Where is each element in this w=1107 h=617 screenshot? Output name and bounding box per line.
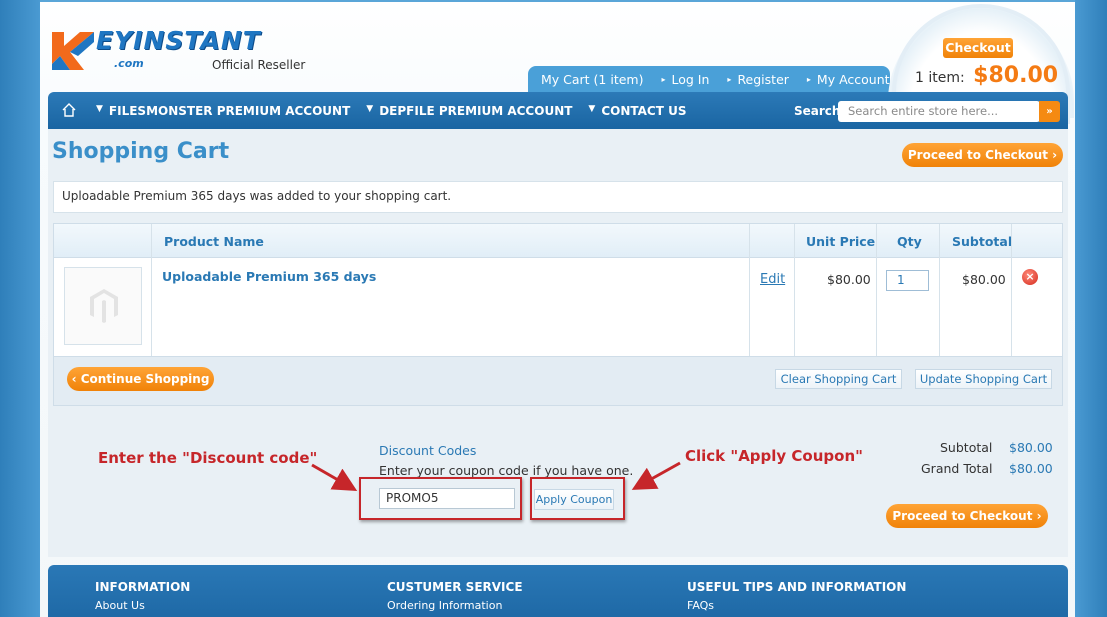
- footer-heading: INFORMATION: [95, 580, 191, 594]
- annotation-click-apply: Click "Apply Coupon": [685, 447, 863, 465]
- footer-link-ordering[interactable]: Ordering Information: [387, 599, 523, 612]
- header-links: My Cart (1 item) ▸ Log In ▸ Register ▸ M…: [528, 66, 890, 92]
- chevron-left-icon: ‹: [71, 372, 81, 386]
- column-divider: [749, 224, 750, 356]
- chevron-right-icon: ›: [1036, 509, 1042, 523]
- arrow-right-icon: ▸: [661, 74, 666, 84]
- search-button[interactable]: »: [1039, 101, 1060, 122]
- footer-column-tips: USEFUL TIPS AND INFORMATION FAQs: [687, 580, 906, 612]
- header-product-name: Product Name: [164, 234, 264, 249]
- main-navigation: ▼ FILESMONSTER PREMIUM ACCOUNT ▼ DEPFILE…: [48, 92, 1068, 129]
- footer: INFORMATION About Us CUSTUMER SERVICE Or…: [48, 565, 1068, 617]
- subtotal-value: $80.00: [1009, 440, 1053, 455]
- logo-wordmark: EYINSTANT: [96, 26, 261, 55]
- site-logo[interactable]: EYINSTANT .com Official Reseller: [50, 26, 310, 74]
- logo-k-icon: [52, 32, 94, 70]
- nav-item-depfile[interactable]: DEPFILE PREMIUM ACCOUNT: [379, 104, 572, 118]
- chevron-down-icon: ▼: [96, 104, 103, 114]
- unit-price: $80.00: [827, 272, 871, 287]
- discount-title: Discount Codes: [379, 443, 477, 458]
- annotation-box-code: [359, 477, 522, 520]
- discount-help-text: Enter your coupon code if you have one.: [379, 463, 634, 478]
- subtotal-label: Subtotal: [940, 440, 993, 455]
- annotation-enter-code: Enter the "Discount code": [98, 449, 318, 467]
- table-header: Product Name Unit Price Qty Subtotal: [54, 224, 1062, 258]
- footer-link-faqs[interactable]: FAQs: [687, 599, 906, 612]
- top-border: [40, 0, 1075, 2]
- nav-menu: ▼ FILESMONSTER PREMIUM ACCOUNT ▼ DEPFILE…: [96, 104, 703, 118]
- page-title: Shopping Cart: [52, 139, 230, 164]
- proceed-to-checkout-button-top[interactable]: Proceed to Checkout ›: [902, 143, 1063, 167]
- grand-total-label: Grand Total: [921, 461, 993, 476]
- proceed-label: Proceed to Checkout: [892, 509, 1033, 523]
- magento-placeholder-icon: [90, 289, 118, 323]
- login-link[interactable]: Log In: [672, 72, 710, 87]
- footer-heading: CUSTUMER SERVICE: [387, 580, 523, 594]
- column-divider: [794, 224, 795, 356]
- column-divider: [939, 224, 940, 356]
- header-subtotal: Subtotal: [952, 234, 1013, 249]
- register-link[interactable]: Register: [737, 72, 788, 87]
- product-thumbnail[interactable]: [64, 267, 142, 345]
- mini-cart-summary: 1 item: $80.00: [915, 63, 1058, 88]
- proceed-label: Proceed to Checkout: [907, 148, 1048, 162]
- header-checkout-button[interactable]: Checkout: [943, 38, 1013, 58]
- clear-cart-button[interactable]: Clear Shopping Cart: [775, 369, 902, 389]
- column-divider: [1011, 224, 1012, 356]
- arrow-right-icon: ▸: [727, 74, 732, 84]
- arrow-right-icon: ▸: [806, 74, 811, 84]
- row-subtotal: $80.00: [962, 272, 1006, 287]
- page-container: EYINSTANT .com Official Reseller My Cart…: [40, 0, 1075, 617]
- my-account-link[interactable]: My Account: [817, 72, 890, 87]
- chevron-down-icon: ▼: [588, 104, 596, 114]
- official-reseller-label: Official Reseller: [212, 58, 306, 72]
- column-divider: [151, 224, 152, 356]
- update-cart-button[interactable]: Update Shopping Cart: [915, 369, 1052, 389]
- remove-item-icon[interactable]: ×: [1022, 269, 1038, 285]
- footer-heading: USEFUL TIPS AND INFORMATION: [687, 580, 907, 594]
- footer-link-about[interactable]: About Us: [95, 599, 190, 612]
- right-background-stripe: [1075, 0, 1107, 617]
- grand-total-value: $80.00: [1009, 461, 1053, 476]
- success-message: Uploadable Premium 365 days was added to…: [53, 181, 1063, 213]
- logo-domain: .com: [114, 57, 144, 70]
- mini-cart-count: 1 item:: [915, 70, 965, 86]
- footer-column-customer-service: CUSTUMER SERVICE Ordering Information: [387, 580, 523, 612]
- header-qty: Qty: [897, 234, 922, 249]
- left-background-stripe: [0, 0, 40, 617]
- search-input[interactable]: Search entire store here...: [838, 101, 1040, 122]
- proceed-to-checkout-button-bottom[interactable]: Proceed to Checkout ›: [886, 504, 1048, 528]
- my-cart-link[interactable]: My Cart (1 item): [541, 72, 643, 87]
- header-unit-price: Unit Price: [806, 234, 876, 249]
- table-row: Uploadable Premium 365 days Edit $80.00 …: [54, 258, 1062, 356]
- chevron-right-icon: ›: [1052, 148, 1058, 162]
- product-name-link[interactable]: Uploadable Premium 365 days: [162, 269, 376, 284]
- continue-shopping-button[interactable]: ‹ Continue Shopping: [67, 367, 214, 391]
- annotation-box-apply: [530, 477, 625, 520]
- footer-column-information: INFORMATION About Us: [95, 580, 190, 612]
- nav-item-contact[interactable]: CONTACT US: [601, 104, 686, 118]
- edit-link[interactable]: Edit: [760, 272, 785, 287]
- continue-label: Continue Shopping: [80, 372, 210, 386]
- nav-item-filesmonster[interactable]: FILESMONSTER PREMIUM ACCOUNT: [109, 104, 350, 118]
- home-icon[interactable]: [61, 102, 77, 118]
- quantity-input[interactable]: 1: [886, 270, 929, 291]
- column-divider: [876, 224, 877, 356]
- mini-cart-total: $80.00: [973, 63, 1059, 88]
- chevron-down-icon: ▼: [366, 104, 374, 114]
